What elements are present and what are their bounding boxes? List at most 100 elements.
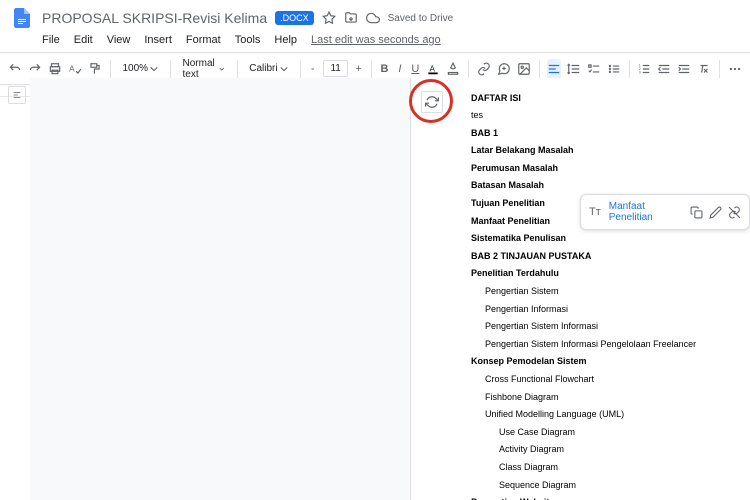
checklist-button[interactable] xyxy=(587,59,601,79)
toc-title: Perumusan Masalah xyxy=(471,162,558,175)
spellcheck-button[interactable]: A xyxy=(68,59,82,79)
toc-entry[interactable]: Pengertian Informasi8 xyxy=(471,300,750,318)
svg-text:3: 3 xyxy=(639,70,641,74)
clear-format-button[interactable] xyxy=(697,59,711,79)
last-edit-link[interactable]: Last edit was seconds ago xyxy=(311,34,441,46)
outline-panel xyxy=(0,78,30,500)
font-select[interactable]: Calibri xyxy=(245,61,291,76)
link-tooltip: Tт Manfaat Penelitian xyxy=(580,194,750,230)
redo-button[interactable] xyxy=(28,59,42,79)
toc-title: Fishbone Diagram xyxy=(485,391,559,404)
highlight-button[interactable] xyxy=(446,59,460,79)
docs-logo-icon[interactable] xyxy=(10,6,34,30)
toc-title: Batasan Masalah xyxy=(471,179,544,192)
toc-title: Pengertian Sistem Informasi xyxy=(485,320,598,333)
toc-entry[interactable]: Sequence Diagram13 xyxy=(471,476,750,494)
toc-entry[interactable]: Penelitian Terdahulu6 xyxy=(471,265,750,283)
star-icon[interactable] xyxy=(322,11,336,25)
menu-view[interactable]: View xyxy=(107,34,131,46)
table-of-contents[interactable]: DAFTAR ISI3tes4BAB 11Latar Belakang Masa… xyxy=(471,89,750,500)
toc-title: Activity Diagram xyxy=(499,443,564,456)
undo-button[interactable] xyxy=(8,59,22,79)
toc-entry[interactable]: BAB 2 TINJAUAN PUSTAKA6 xyxy=(471,247,750,265)
toc-entry[interactable]: Konsep Pemodelan Sistem9 xyxy=(471,353,750,371)
toc-entry[interactable]: Cross Functional Flowchart9 xyxy=(471,371,750,389)
toc-entry[interactable]: tes4 xyxy=(471,107,750,125)
menu-edit[interactable]: Edit xyxy=(74,34,93,46)
font-size-input[interactable]: 11 xyxy=(323,60,347,77)
toc-entry[interactable]: Pengertian Sistem8 xyxy=(471,283,750,301)
more-tools-button[interactable] xyxy=(728,59,742,79)
toc-title: Cross Functional Flowchart xyxy=(485,373,594,386)
underline-button[interactable]: U xyxy=(411,59,420,79)
toc-entry[interactable]: Unified Modelling Language (UML)9 xyxy=(471,406,750,424)
edit-link-icon[interactable] xyxy=(709,206,722,219)
toc-entry[interactable]: Latar Belakang Masalah1 xyxy=(471,142,750,160)
toc-title: Sequence Diagram xyxy=(499,479,576,492)
toc-entry[interactable]: Pengertian Website14 xyxy=(471,494,750,500)
toc-title: Pengertian Sistem Informasi Pengelolaan … xyxy=(485,338,696,351)
tooltip-link-text[interactable]: Manfaat Penelitian xyxy=(609,201,682,223)
menu-help[interactable]: Help xyxy=(274,34,297,46)
font-size-minus[interactable]: - xyxy=(308,59,317,79)
menu-format[interactable]: Format xyxy=(186,34,221,46)
increase-indent-button[interactable] xyxy=(677,59,691,79)
title-row: PROPOSAL SKRIPSI-Revisi Kelima .DOCX Sav… xyxy=(10,6,740,30)
toc-refresh-button[interactable] xyxy=(421,91,443,113)
toc-entry[interactable]: Pengertian Sistem Informasi8 xyxy=(471,318,750,336)
font-size-plus[interactable]: + xyxy=(354,59,363,79)
zoom-select[interactable]: 100% xyxy=(118,61,162,76)
line-spacing-button[interactable] xyxy=(567,59,581,79)
toc-entry[interactable]: Sistematika Penulisan5 xyxy=(471,230,750,248)
menu-insert[interactable]: Insert xyxy=(144,34,172,46)
decrease-indent-button[interactable] xyxy=(657,59,671,79)
toc-entry[interactable]: Use Case Diagram9 xyxy=(471,423,750,441)
toc-title: Use Case Diagram xyxy=(499,426,575,439)
paint-format-button[interactable] xyxy=(88,59,102,79)
italic-button[interactable]: I xyxy=(395,59,404,79)
bullet-list-button[interactable] xyxy=(607,59,621,79)
toc-entry[interactable]: Perumusan Masalah3 xyxy=(471,159,750,177)
print-button[interactable] xyxy=(48,59,62,79)
toc-title: Pengertian Sistem xyxy=(485,285,559,298)
comment-button[interactable] xyxy=(497,59,511,79)
document-canvas[interactable]: DAFTAR ISI3tes4BAB 11Latar Belakang Masa… xyxy=(30,78,750,500)
toc-entry[interactable]: Fishbone Diagram9 xyxy=(471,388,750,406)
toc-entry[interactable]: Batasan Masalah4 xyxy=(471,177,750,195)
menu-file[interactable]: File xyxy=(42,34,60,46)
toc-title: Class Diagram xyxy=(499,461,558,474)
title-icons: Saved to Drive xyxy=(322,11,454,25)
workspace: DAFTAR ISI3tes4BAB 11Latar Belakang Masa… xyxy=(0,78,750,500)
docx-badge: .DOCX xyxy=(275,11,314,25)
toc-entry[interactable]: DAFTAR ISI3 xyxy=(471,89,750,107)
cloud-icon[interactable] xyxy=(366,11,380,25)
toc-entry[interactable]: Class Diagram12 xyxy=(471,458,750,476)
toc-title: Manfaat Penelitian xyxy=(471,215,550,228)
toc-entry[interactable]: Pengertian Sistem Informasi Pengelolaan … xyxy=(471,335,750,353)
toc-title: DAFTAR ISI xyxy=(471,92,521,105)
svg-text:A: A xyxy=(430,64,436,73)
image-button[interactable] xyxy=(517,59,531,79)
copy-link-icon[interactable] xyxy=(690,206,703,219)
app-header: PROPOSAL SKRIPSI-Revisi Kelima .DOCX Sav… xyxy=(0,0,750,53)
toc-entry[interactable]: BAB 11 xyxy=(471,124,750,142)
toc-title: tes xyxy=(471,109,483,122)
link-button[interactable] xyxy=(477,59,491,79)
document-title[interactable]: PROPOSAL SKRIPSI-Revisi Kelima xyxy=(42,10,267,26)
menu-tools[interactable]: Tools xyxy=(235,34,261,46)
unlink-icon[interactable] xyxy=(728,206,741,219)
move-icon[interactable] xyxy=(344,11,358,25)
document-page: DAFTAR ISI3tes4BAB 11Latar Belakang Masa… xyxy=(410,78,750,500)
text-color-button[interactable]: A xyxy=(426,59,440,79)
tooltip-actions xyxy=(690,206,741,219)
toc-entry[interactable]: Activity Diagram10 xyxy=(471,441,750,459)
outline-toggle-button[interactable] xyxy=(8,86,26,104)
numbered-list-button[interactable]: 123 xyxy=(637,59,651,79)
toc-title: Penelitian Terdahulu xyxy=(471,267,559,280)
menubar: File Edit View Insert Format Tools Help … xyxy=(10,30,740,52)
font-format-icon[interactable]: Tт xyxy=(589,206,601,218)
bold-button[interactable]: B xyxy=(380,59,389,79)
toc-title: BAB 2 TINJAUAN PUSTAKA xyxy=(471,250,591,263)
align-left-button[interactable] xyxy=(547,59,561,79)
toc-title: Latar Belakang Masalah xyxy=(471,144,574,157)
